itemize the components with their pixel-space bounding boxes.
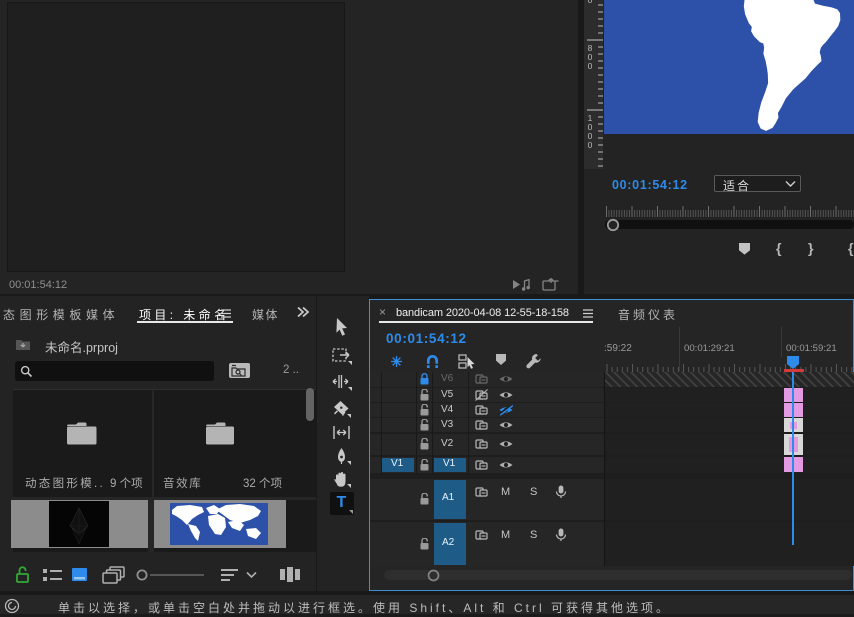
svg-text:0: 0 bbox=[588, 0, 593, 5]
svg-text:0: 0 bbox=[588, 61, 593, 71]
svg-text:0: 0 bbox=[588, 140, 593, 150]
